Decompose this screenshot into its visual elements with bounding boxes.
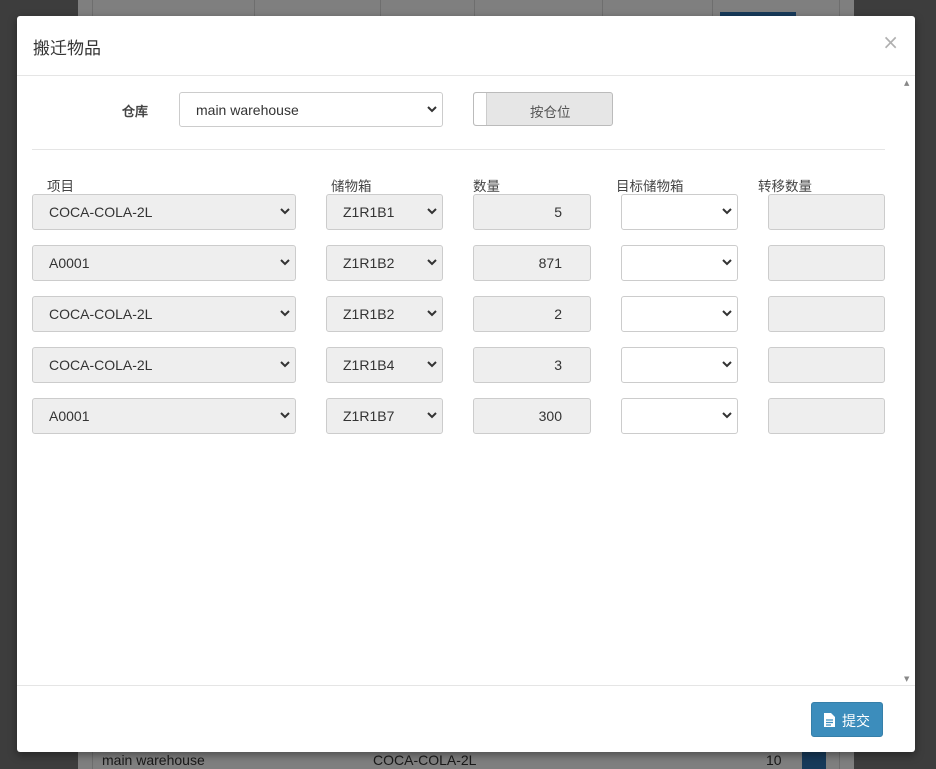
chevron-down-icon <box>722 259 732 266</box>
item-select-value: COCA-COLA-2L <box>49 204 153 220</box>
chevron-down-icon <box>280 259 290 266</box>
bin-select[interactable]: Z1R1B1 <box>326 194 443 230</box>
divider <box>32 149 885 150</box>
qty-value: 871 <box>538 255 562 271</box>
chevron-down-icon <box>427 259 437 266</box>
bin-select-value: Z1R1B1 <box>343 204 395 220</box>
by-bin-toggle[interactable]: 按仓位 <box>473 92 613 126</box>
qty-value: 3 <box>554 357 562 373</box>
item-select[interactable]: A0001 <box>32 245 296 281</box>
scroll-down-icon[interactable]: ▼ <box>904 675 909 683</box>
chevron-down-icon <box>280 310 290 317</box>
bin-select-value: Z1R1B2 <box>343 255 395 271</box>
qty-field: 2 <box>473 296 591 332</box>
file-icon <box>824 713 835 727</box>
column-header-qty: 数量 <box>473 179 500 195</box>
target-bin-select[interactable] <box>621 245 738 281</box>
submit-label: 提交 <box>842 714 870 730</box>
item-select[interactable]: COCA-COLA-2L <box>32 194 296 230</box>
column-header-item: 项目 <box>47 179 74 195</box>
modal-header: 搬迁物品 × <box>17 16 915 76</box>
qty-value: 300 <box>538 408 562 424</box>
warehouse-label: 仓库 <box>122 105 149 120</box>
close-icon[interactable]: × <box>882 30 899 54</box>
modal-body: 仓库 main warehouse 按仓位 项目 储物箱 数量 目标储物箱 转移… <box>17 77 915 685</box>
chevron-down-icon <box>427 208 437 215</box>
item-select-value: COCA-COLA-2L <box>49 306 153 322</box>
chevron-down-icon <box>722 310 732 317</box>
chevron-down-icon <box>427 412 437 419</box>
chevron-down-icon <box>427 310 437 317</box>
qty-value: 5 <box>554 204 562 220</box>
qty-field: 871 <box>473 245 591 281</box>
qty-field: 300 <box>473 398 591 434</box>
bin-select[interactable]: Z1R1B4 <box>326 347 443 383</box>
chevron-down-icon <box>722 361 732 368</box>
bin-select-value: Z1R1B2 <box>343 306 395 322</box>
modal-footer: 提交 <box>17 685 915 752</box>
chevron-down-icon <box>280 361 290 368</box>
transfer-qty-input[interactable] <box>768 194 885 230</box>
transfer-qty-input[interactable] <box>768 347 885 383</box>
bin-select[interactable]: Z1R1B7 <box>326 398 443 434</box>
item-select-value: A0001 <box>49 255 90 271</box>
scrollbar[interactable]: ▲ ▼ <box>903 79 913 683</box>
warehouse-select[interactable]: main warehouse <box>179 92 443 127</box>
chevron-down-icon <box>427 361 437 368</box>
column-header-target-bin: 目标储物箱 <box>616 179 684 195</box>
toggle-label: 按仓位 <box>530 105 571 121</box>
chevron-down-icon <box>280 412 290 419</box>
target-bin-select[interactable] <box>621 347 738 383</box>
toggle-knob[interactable] <box>474 93 487 125</box>
chevron-down-icon <box>722 412 732 419</box>
modal-title: 搬迁物品 <box>33 39 101 59</box>
column-header-transfer-qty: 转移数量 <box>758 179 812 195</box>
chevron-down-icon <box>427 106 437 113</box>
column-header-bin: 储物箱 <box>331 179 372 195</box>
qty-field: 5 <box>473 194 591 230</box>
item-select[interactable]: A0001 <box>32 398 296 434</box>
bin-select-value: Z1R1B4 <box>343 357 395 373</box>
item-select-value: COCA-COLA-2L <box>49 357 153 373</box>
transfer-qty-input[interactable] <box>768 398 885 434</box>
scroll-up-icon[interactable]: ▲ <box>904 79 909 87</box>
item-select-value: A0001 <box>49 408 90 424</box>
chevron-down-icon <box>722 208 732 215</box>
transfer-qty-input[interactable] <box>768 245 885 281</box>
chevron-down-icon <box>280 208 290 215</box>
qty-field: 3 <box>473 347 591 383</box>
submit-button[interactable]: 提交 <box>811 702 883 737</box>
qty-value: 2 <box>554 306 562 322</box>
target-bin-select[interactable] <box>621 296 738 332</box>
bin-select[interactable]: Z1R1B2 <box>326 296 443 332</box>
bin-select[interactable]: Z1R1B2 <box>326 245 443 281</box>
target-bin-select[interactable] <box>621 194 738 230</box>
warehouse-select-value: main warehouse <box>196 102 299 118</box>
transfer-qty-input[interactable] <box>768 296 885 332</box>
bin-select-value: Z1R1B7 <box>343 408 395 424</box>
item-select[interactable]: COCA-COLA-2L <box>32 347 296 383</box>
item-select[interactable]: COCA-COLA-2L <box>32 296 296 332</box>
target-bin-select[interactable] <box>621 398 738 434</box>
move-items-modal: 搬迁物品 × 仓库 main warehouse 按仓位 项目 储物箱 数量 目… <box>17 16 915 752</box>
